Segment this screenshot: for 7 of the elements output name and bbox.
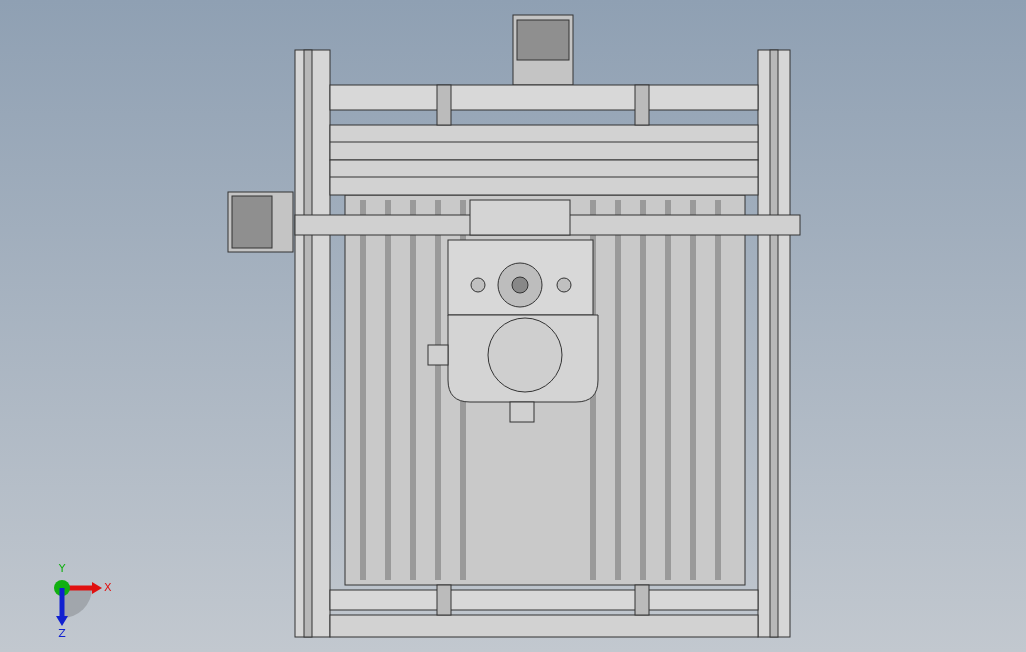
axis-label: Z (58, 627, 66, 640)
axis-label: X (104, 581, 112, 594)
cad-viewport[interactable]: X Y Z (0, 0, 1026, 652)
axis-label: Y (58, 562, 66, 575)
z-axis-arrow (56, 588, 68, 626)
origin-ball-icon (54, 580, 70, 596)
triad-shadow-drawing (62, 588, 92, 618)
